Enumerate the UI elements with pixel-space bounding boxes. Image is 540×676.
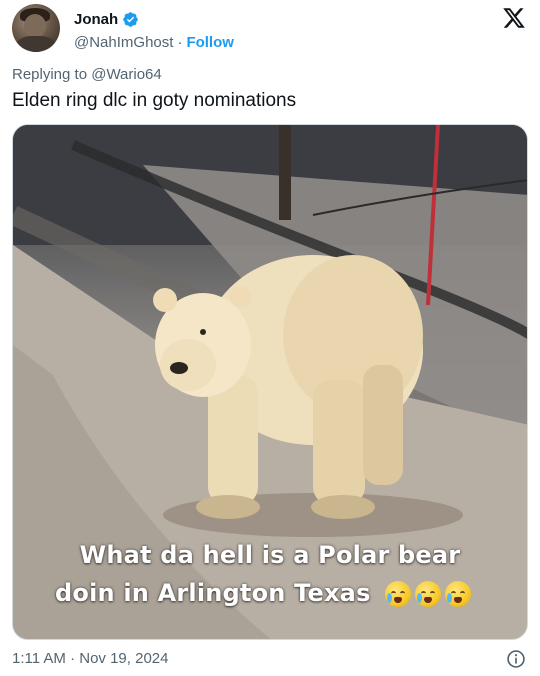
- x-logo-icon[interactable]: [502, 6, 526, 30]
- author-handle-row: @NahImGhost · Follow: [74, 34, 234, 51]
- image-caption-line1: What da hell is a Polar bear: [79, 541, 461, 569]
- author-display-name[interactable]: Jonah: [74, 11, 118, 28]
- tweet-header: Jonah @NahImGhost · Follow: [12, 4, 528, 56]
- image-caption-line2-row: doin in Arlington Texas: [55, 579, 527, 607]
- info-icon[interactable]: [506, 649, 526, 669]
- crying-face-icon: [415, 581, 442, 607]
- tweet-card: Jonah @NahImGhost · Follow Replying to @…: [0, 0, 540, 676]
- replying-prefix: Replying to: [12, 66, 88, 83]
- author-name-row: Jonah: [74, 11, 139, 28]
- crying-face-icon: [385, 581, 412, 607]
- follow-button[interactable]: Follow: [186, 34, 234, 51]
- tweet-text: Elden ring dlc in goty nominations: [12, 90, 297, 111]
- tweet-image[interactable]: What da hell is a Polar bear doin in Arl…: [12, 124, 528, 640]
- image-caption-line2: doin in Arlington Texas: [55, 579, 371, 607]
- handle-separator: ·: [177, 34, 183, 51]
- author-handle[interactable]: @NahImGhost: [74, 34, 173, 51]
- replying-to: Replying to @Wario64: [12, 66, 162, 83]
- crying-face-icon: [445, 581, 472, 607]
- avatar[interactable]: [12, 4, 60, 52]
- verified-badge-icon: [123, 12, 138, 27]
- emoji-row: [385, 581, 472, 607]
- tweet-timestamp[interactable]: 1:11 AM · Nov 19, 2024: [12, 650, 168, 667]
- reply-mention-link[interactable]: @Wario64: [91, 66, 162, 83]
